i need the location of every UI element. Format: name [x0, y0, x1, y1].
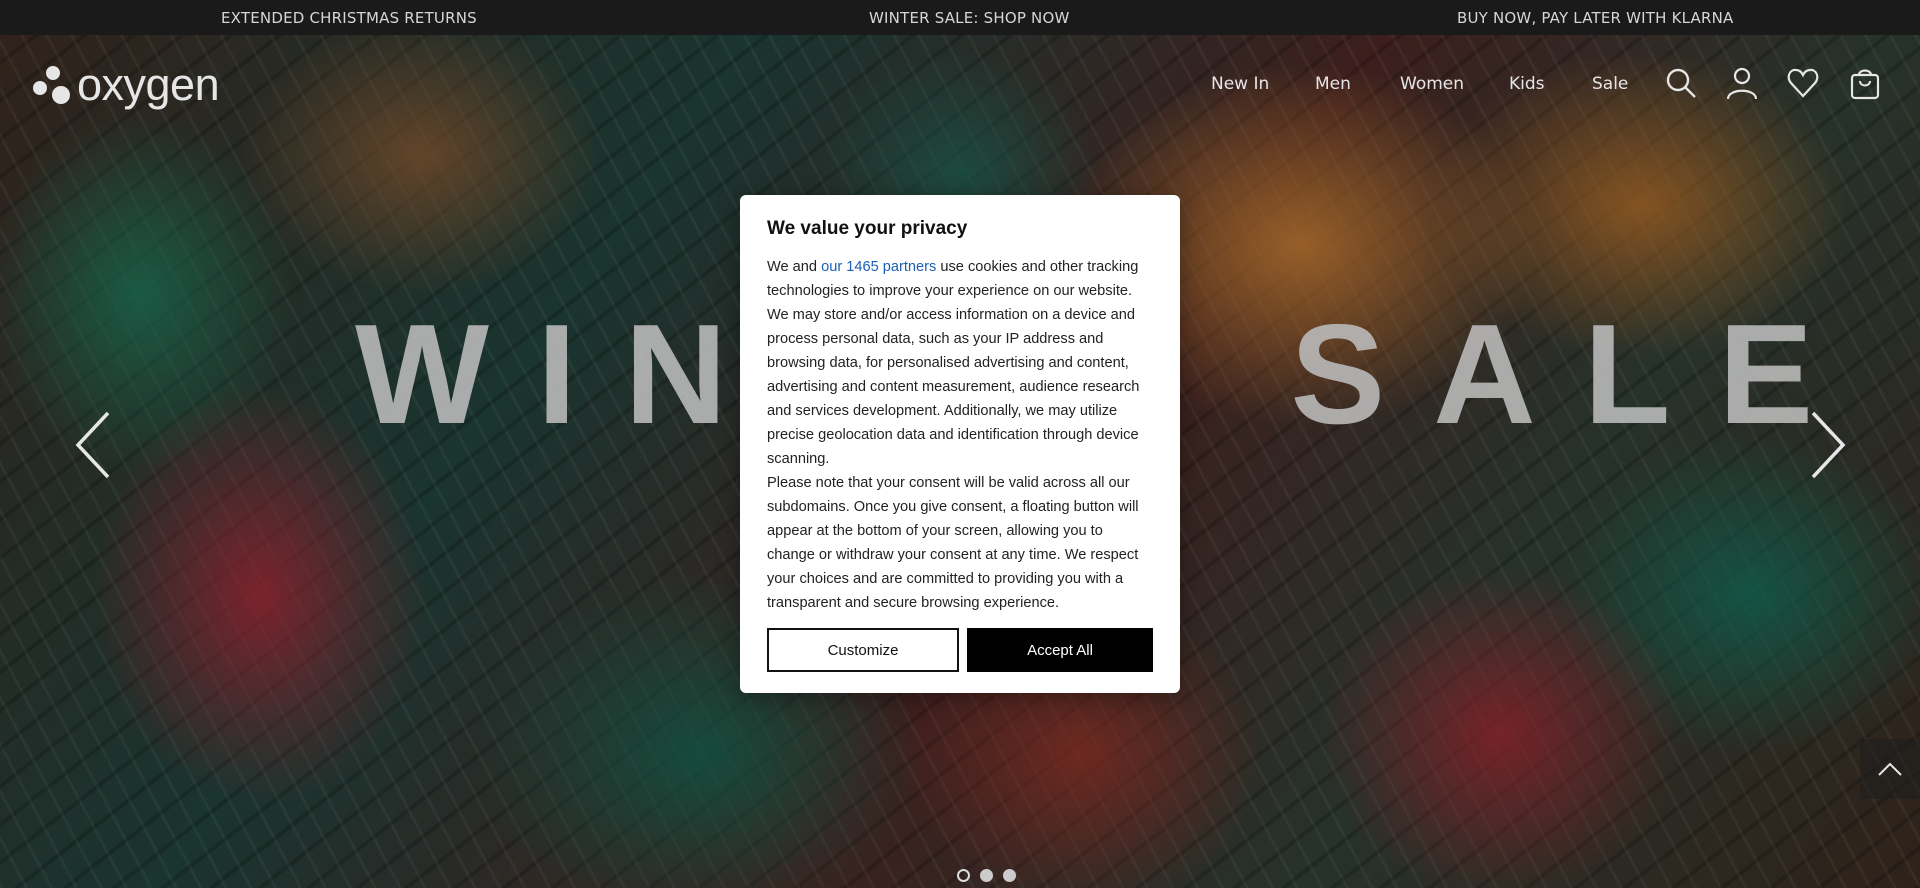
consent-buttons: Customize Accept All: [767, 628, 1153, 672]
carousel-dots: [957, 869, 1016, 882]
account-icon: [1726, 67, 1758, 100]
logo-text: oxygen: [77, 59, 220, 110]
accept-all-button[interactable]: Accept All: [967, 628, 1153, 672]
search-button[interactable]: [1664, 66, 1698, 100]
privacy-consent-dialog: We value your privacy We and our 1465 pa…: [740, 195, 1180, 693]
scroll-to-top-button[interactable]: [1860, 739, 1920, 799]
nav-sale[interactable]: Sale: [1592, 74, 1628, 94]
search-icon: [1666, 68, 1696, 98]
carousel-dot-3[interactable]: [1003, 869, 1016, 882]
heart-icon: [1787, 68, 1819, 98]
chevron-right-icon: [1811, 411, 1846, 479]
nav-new-in[interactable]: New In: [1211, 74, 1269, 94]
wishlist-button[interactable]: [1786, 66, 1820, 100]
promo-winter-sale-link[interactable]: WINTER SALE: SHOP NOW: [869, 9, 1070, 27]
nav-kids[interactable]: Kids: [1509, 74, 1545, 94]
promo-klarna-link[interactable]: BUY NOW, PAY LATER WITH KLARNA: [1457, 9, 1734, 27]
nav-men[interactable]: Men: [1315, 74, 1351, 94]
consent-body: We and our 1465 partners use cookies and…: [767, 255, 1153, 615]
consent-paragraph-1: We and our 1465 partners use cookies and…: [767, 255, 1153, 471]
account-button[interactable]: [1725, 66, 1759, 100]
nav-women[interactable]: Women: [1400, 74, 1464, 94]
shopping-bag-icon: [1850, 69, 1880, 100]
site-logo[interactable]: oxygen: [31, 59, 220, 110]
consent-body-prefix: We and: [767, 259, 822, 275]
consent-body-suffix: use cookies and other tracking technolog…: [767, 259, 1140, 467]
carousel-prev-button[interactable]: [66, 405, 126, 485]
chevron-left-icon: [75, 411, 110, 479]
logo-bubbles-icon: [33, 66, 70, 104]
consent-paragraph-2: Please note that your consent will be va…: [767, 475, 1139, 611]
consent-title: We value your privacy: [767, 218, 968, 239]
partners-link[interactable]: our 1465 partners: [821, 259, 936, 275]
promo-returns-link[interactable]: EXTENDED CHRISTMAS RETURNS: [221, 9, 477, 27]
customize-button[interactable]: Customize: [767, 628, 959, 672]
chevron-up-icon: [1878, 762, 1902, 776]
carousel-dot-1[interactable]: [957, 869, 970, 882]
carousel-dot-2[interactable]: [980, 869, 993, 882]
carousel-next-button[interactable]: [1795, 405, 1855, 485]
promo-bar: EXTENDED CHRISTMAS RETURNS WINTER SALE: …: [0, 0, 1920, 35]
cart-button[interactable]: [1848, 66, 1882, 100]
